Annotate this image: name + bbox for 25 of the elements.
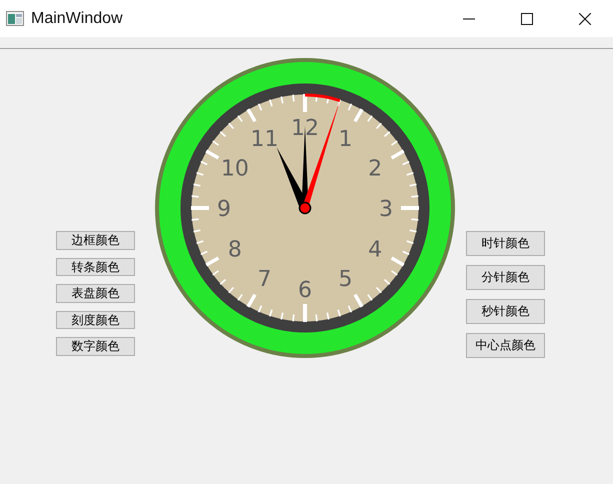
color-button[interactable]: 数字颜色: [56, 337, 135, 356]
maximize-icon[interactable]: [521, 12, 533, 24]
color-button[interactable]: 转条颜色: [56, 258, 135, 276]
color-button[interactable]: 边框颜色: [56, 231, 135, 250]
clock-number: 4: [368, 238, 382, 262]
clock-number: 6: [298, 278, 312, 303]
clock-number: 12: [291, 116, 319, 141]
close-icon[interactable]: [579, 12, 591, 24]
color-button[interactable]: 中心点颜色: [466, 333, 545, 358]
clock-number: 9: [217, 197, 231, 222]
color-button[interactable]: 时针颜色: [466, 231, 545, 256]
clock-number: 8: [228, 238, 242, 262]
clock-number: 3: [379, 197, 393, 222]
clock-number: 1: [338, 126, 352, 152]
clock-number: 2: [368, 156, 382, 182]
window-title: MainWindow: [31, 10, 123, 28]
clock-number: 10: [220, 156, 249, 182]
color-button[interactable]: 秒针颜色: [466, 299, 545, 324]
clock-number: 11: [250, 126, 278, 152]
color-button[interactable]: 表盘颜色: [56, 284, 135, 302]
color-button[interactable]: 刻度颜色: [56, 310, 135, 329]
app-icon: [6, 11, 24, 26]
clock-number: 5: [338, 267, 352, 292]
clock-number: 7: [258, 267, 272, 292]
color-button[interactable]: 分针颜色: [466, 265, 545, 290]
